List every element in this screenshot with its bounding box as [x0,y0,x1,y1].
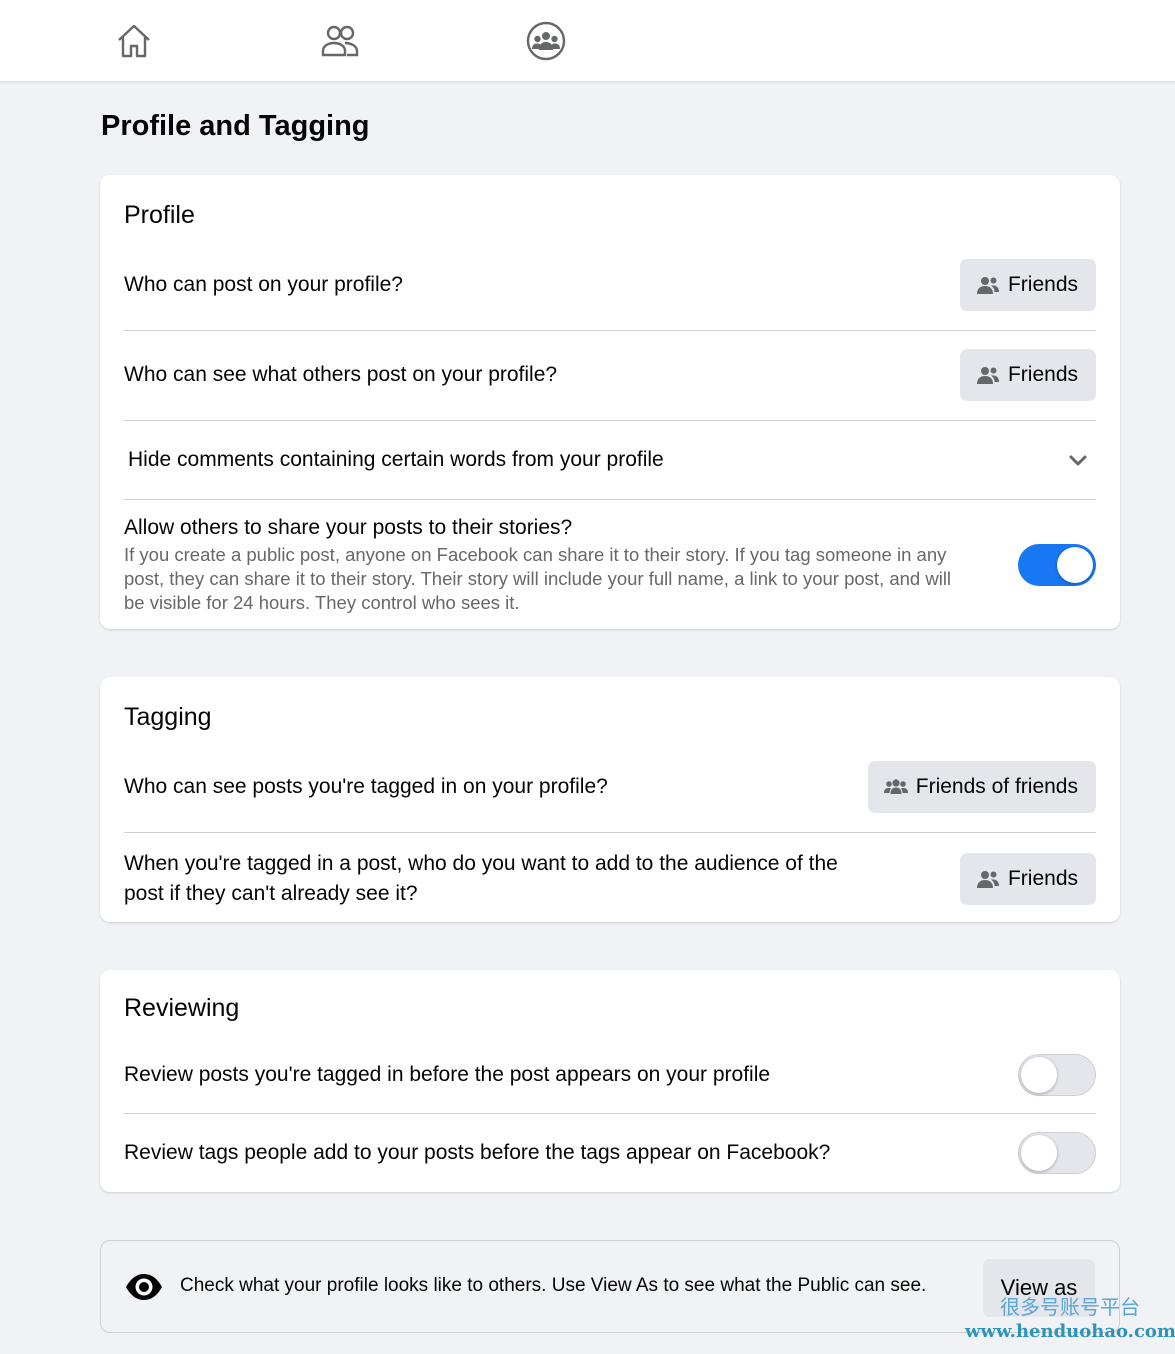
toggle-knob [1057,547,1093,583]
who-can-see-others-label: Who can see what others post on your pro… [124,363,558,386]
divider [124,832,1096,833]
audience-add-label-1: When you're tagged in a post, who do you… [124,852,838,875]
who-can-post-value: Friends [1007,273,1078,296]
who-can-post-row: Who can post on your profile? Friends [124,259,1096,311]
divider [124,1113,1096,1114]
divider [124,420,1096,421]
who-can-see-tagged-audience-button[interactable]: Friends of friends [867,761,1096,813]
friends-of-friends-icon [883,779,908,794]
audience-add-text: When you're tagged in a post, who do you… [124,849,838,909]
friends-icon[interactable] [319,20,361,62]
tagging-card: Tagging Who can see posts you're tagged … [100,677,1120,922]
share-stories-label: Allow others to share your posts to thei… [124,516,573,539]
friends-audience-icon [976,871,999,888]
share-stories-toggle[interactable] [1018,544,1096,586]
share-stories-description-2: post, they can share it to their story. … [124,568,952,589]
profile-section-title: Profile [124,201,195,229]
who-can-see-others-audience-button[interactable]: Friends [959,349,1096,401]
who-can-post-label: Who can post on your profile? [124,273,403,296]
who-can-see-others-row: Who can see what others post on your pro… [124,349,1096,401]
divider [124,330,1096,331]
share-stories-row: Allow others to share your posts to thei… [124,513,1096,617]
hide-comments-row[interactable]: Hide comments containing certain words f… [124,440,1096,480]
review-posts-row: Review posts you're tagged in before the… [124,1054,1096,1096]
who-can-see-others-value: Friends [1007,363,1078,386]
share-stories-description-3: be visible for 24 hours. They control wh… [124,592,520,613]
who-can-see-tagged-label: Who can see posts you're tagged in on yo… [124,775,608,798]
audience-add-audience-button[interactable]: Friends [959,853,1096,905]
share-stories-description-1: If you create a public post, anyone on F… [124,544,947,565]
review-tags-toggle[interactable] [1018,1132,1096,1174]
friends-audience-icon [976,277,999,294]
hide-comments-label: Hide comments containing certain words f… [128,448,664,471]
divider [124,499,1096,500]
watermark-url: www.henduohao.com [965,1321,1175,1342]
profile-card: Profile Who can post on your profile? Fr… [100,175,1120,629]
chevron-down-icon[interactable] [1066,448,1090,472]
share-stories-text: Allow others to share your posts to thei… [124,513,1014,615]
toggle-knob [1021,1135,1057,1171]
review-posts-label: Review posts you're tagged in before the… [124,1063,771,1086]
watermark-cn: 很多号账号平台 [1000,1297,1140,1319]
who-can-see-tagged-value: Friends of friends [915,775,1078,798]
groups-icon[interactable] [525,20,567,62]
review-posts-toggle[interactable] [1018,1054,1096,1096]
audience-add-label-2: post if they can't already see it? [124,882,418,905]
top-nav-bar [0,0,1175,82]
review-tags-label: Review tags people add to your posts bef… [124,1141,831,1164]
tagging-section-title: Tagging [124,703,212,731]
watermark: 很多号账号平台 www.henduohao.com [965,1296,1175,1344]
who-can-see-tagged-row: Who can see posts you're tagged in on yo… [124,761,1096,813]
toggle-knob [1021,1057,1057,1093]
audience-add-value: Friends [1007,867,1078,890]
reviewing-card: Reviewing Review posts you're tagged in … [100,970,1120,1192]
page-title: Profile and Tagging [101,110,370,142]
who-can-post-audience-button[interactable]: Friends [959,259,1096,311]
view-as-description: Check what your profile looks like to ot… [180,1275,927,1296]
reviewing-section-title: Reviewing [124,994,240,1022]
friends-audience-icon [976,367,999,384]
home-icon[interactable] [113,20,155,62]
eye-icon [126,1274,162,1300]
audience-add-row: When you're tagged in a post, who do you… [124,849,1096,909]
review-tags-row: Review tags people add to your posts bef… [124,1132,1096,1174]
